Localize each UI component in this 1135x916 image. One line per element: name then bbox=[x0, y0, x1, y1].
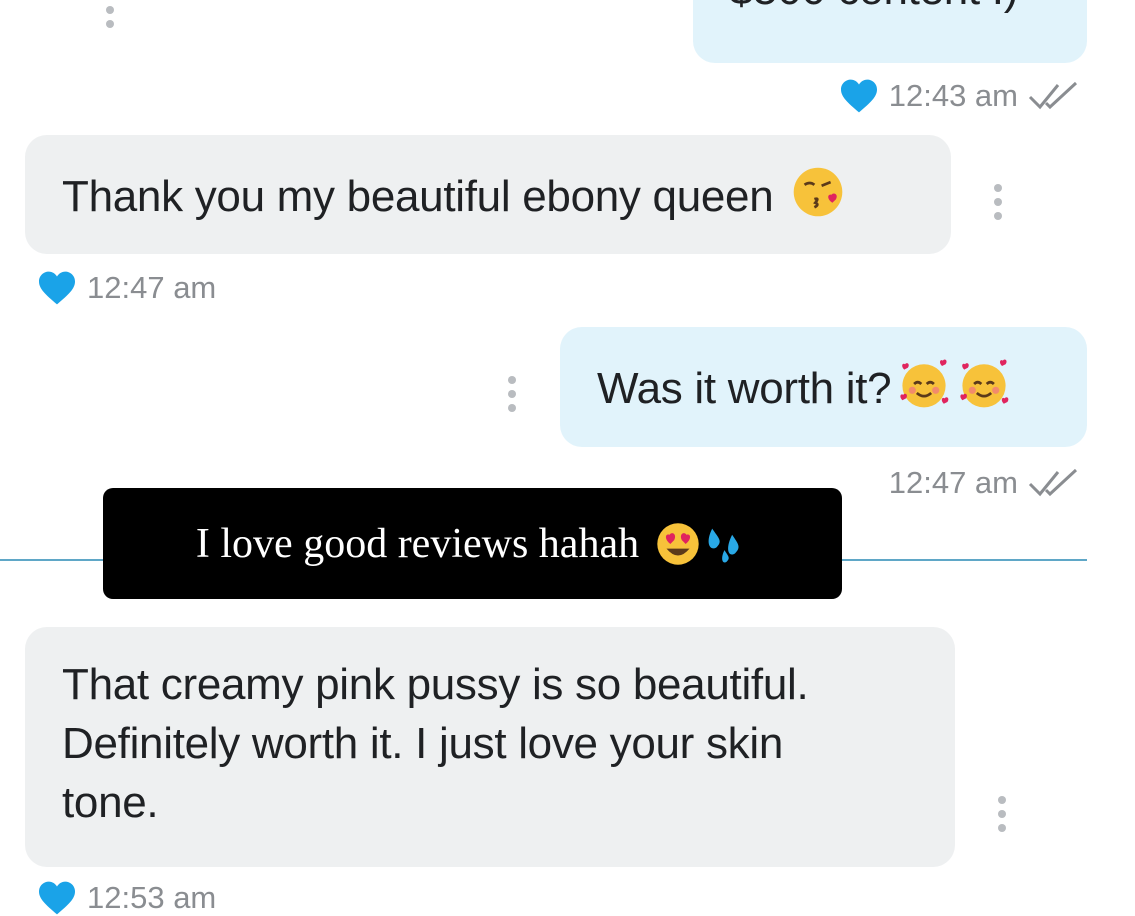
heart-icon[interactable] bbox=[37, 880, 77, 916]
divider-line bbox=[0, 559, 105, 561]
message-line: tone. bbox=[62, 778, 159, 827]
message-time: 12:47 am bbox=[87, 270, 217, 305]
caption-text: I love good reviews hahah bbox=[195, 520, 640, 567]
kissing-heart-emoji bbox=[794, 167, 843, 217]
message-line: Definitely worth it. I just love your sk… bbox=[62, 719, 784, 768]
heart-eyes-emoji bbox=[657, 522, 699, 565]
message-meta: 12:47 am bbox=[37, 270, 216, 306]
caption-overlay: I love good reviews hahah bbox=[103, 488, 842, 599]
divider-line bbox=[840, 559, 1087, 561]
outgoing-message-bubble[interactable]: Was it worth it? bbox=[560, 327, 1087, 447]
message-meta: 12:43 am bbox=[839, 78, 1078, 114]
message-options-icon[interactable] bbox=[105, 0, 115, 28]
message-meta: 12:47 am bbox=[889, 465, 1078, 501]
message-options-icon[interactable] bbox=[997, 796, 1007, 832]
message-text: Thank you my beautiful ebony queen bbox=[62, 172, 774, 221]
message-time: 12:43 am bbox=[888, 78, 1018, 113]
incoming-message-bubble[interactable]: That creamy pink pussy is so beautiful. … bbox=[25, 627, 955, 867]
heart-icon[interactable] bbox=[839, 78, 879, 114]
smiling-hearts-emoji bbox=[960, 359, 1009, 408]
message-time: 12:53 am bbox=[87, 880, 217, 915]
heart-icon[interactable] bbox=[37, 270, 77, 306]
message-text: $500 content :) bbox=[729, 0, 1018, 14]
sweat-droplets-emoji bbox=[708, 528, 739, 562]
message-text: Was it worth it? bbox=[597, 364, 892, 413]
incoming-message-bubble[interactable]: Thank you my beautiful ebony queen bbox=[25, 135, 951, 254]
smiling-hearts-emoji bbox=[900, 359, 949, 408]
double-check-icon bbox=[1028, 468, 1078, 497]
outgoing-message-bubble[interactable]: $500 content :) bbox=[693, 0, 1087, 63]
message-time: 12:47 am bbox=[888, 465, 1018, 500]
double-check-icon bbox=[1028, 81, 1078, 110]
message-meta: 12:53 am bbox=[37, 880, 216, 916]
message-options-icon[interactable] bbox=[993, 184, 1003, 220]
message-line: That creamy pink pussy is so beautiful. bbox=[62, 660, 809, 709]
message-options-icon[interactable] bbox=[507, 376, 517, 412]
